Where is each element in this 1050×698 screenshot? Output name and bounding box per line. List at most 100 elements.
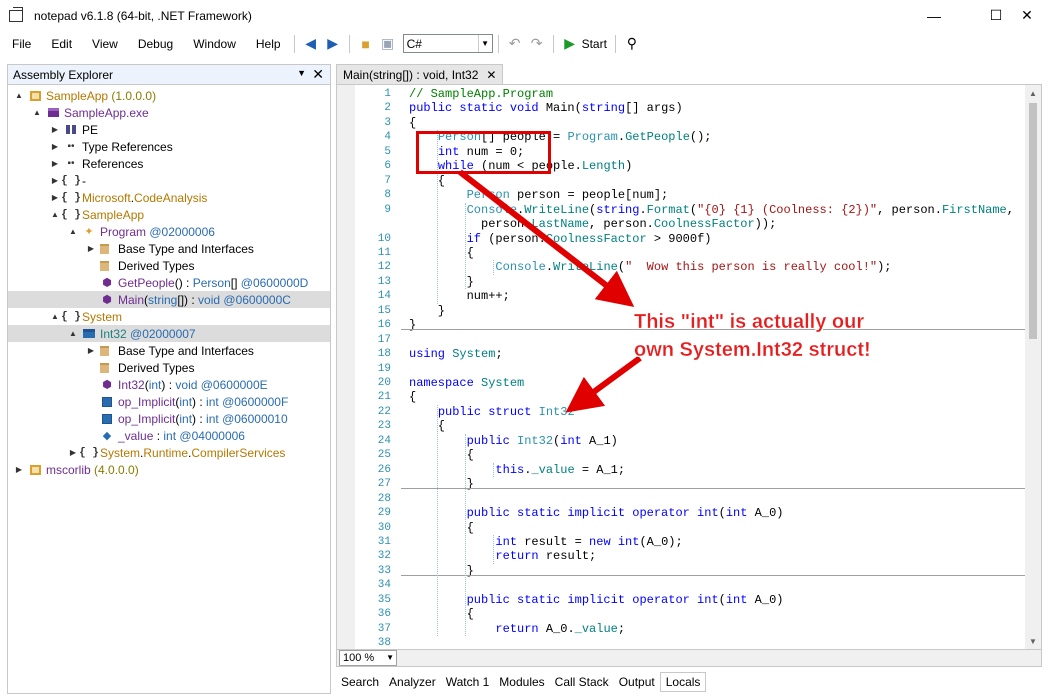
expand-icon[interactable]: ▶ xyxy=(68,448,78,458)
line-number: 9 xyxy=(384,203,391,216)
tab-modules[interactable]: Modules xyxy=(494,672,549,692)
tree-item[interactable]: ▲ Int32 @02000007 xyxy=(8,325,330,342)
tree-item[interactable]: Derived Types xyxy=(8,257,330,274)
tree-item[interactable]: ▶ ▪• References xyxy=(8,155,330,172)
pe-icon xyxy=(64,123,78,137)
tree-item[interactable]: ▲ SampleApp.exe xyxy=(8,104,330,121)
expand-icon[interactable]: ▶ xyxy=(86,346,96,356)
title-bar: notepad v6.1.8 (64-bit, .NET Framework) … xyxy=(0,0,1050,31)
collapse-icon[interactable]: ▲ xyxy=(50,210,60,220)
collapse-icon[interactable]: ▲ xyxy=(68,329,78,339)
start-button[interactable]: Start xyxy=(582,37,607,51)
expand-icon[interactable]: ▶ xyxy=(50,142,60,152)
save-all-icon[interactable]: ▣ xyxy=(377,33,399,55)
pane-dropdown-icon[interactable]: ▼ xyxy=(297,68,306,78)
zoom-select[interactable]: 100 % ▼ xyxy=(339,650,397,666)
expand-icon[interactable]: ▶ xyxy=(14,465,24,475)
annotation-line-1: This "int" is actually our xyxy=(634,311,865,333)
line-number: 37 xyxy=(377,622,391,635)
menu-file[interactable]: File xyxy=(0,37,39,51)
line-number: 20 xyxy=(377,377,391,389)
language-select[interactable]: C# ▼ xyxy=(402,34,493,53)
search-icon[interactable]: ⚲ xyxy=(621,33,643,55)
zoom-bar: 100 % ▼ xyxy=(336,650,1042,667)
expand-icon[interactable]: ▶ xyxy=(50,159,60,169)
expand-icon[interactable]: ▶ xyxy=(86,244,96,254)
tree-item[interactable]: ▶{ } System. Runtime. CompilerServices xyxy=(8,444,330,461)
tree-item-label: PE xyxy=(82,122,99,137)
expand-icon[interactable]: ▶ xyxy=(50,125,60,135)
tree-item[interactable]: ⬢ GetPeople() : Person[] @0600000D xyxy=(8,274,330,291)
tree-item[interactable]: ▶ ▪• Type References xyxy=(8,138,330,155)
menu-view[interactable]: View xyxy=(80,37,126,51)
collapse-icon[interactable]: ▲ xyxy=(14,91,24,101)
menu-help[interactable]: Help xyxy=(244,37,289,51)
open-folder-icon[interactable]: ■ xyxy=(355,33,377,55)
tree-item-label: System xyxy=(100,445,141,460)
tree-item[interactable]: ▲{ } System xyxy=(8,308,330,325)
tab-search[interactable]: Search xyxy=(336,672,384,692)
tree-item[interactable]: ▶ Base Type and Interfaces xyxy=(8,342,330,359)
expand-icon[interactable]: ▶ xyxy=(50,176,60,186)
tree-item[interactable]: ▶ mscorlib (4.0.0.0) xyxy=(8,461,330,478)
redo-icon[interactable]: ↷ xyxy=(526,33,548,55)
close-button[interactable]: ✕ xyxy=(1004,0,1050,31)
tree-item[interactable]: ▶{ } - xyxy=(8,172,330,189)
tree-item[interactable]: Derived Types xyxy=(8,359,330,376)
start-icon[interactable]: ▶ xyxy=(559,33,581,55)
minimize-button[interactable]: — xyxy=(911,0,957,31)
assembly-explorer-pane: Assembly Explorer ▼ ✕ ▲ SampleApp (1.0.0.… xyxy=(7,64,331,694)
tree-item[interactable]: ▲ SampleApp (1.0.0.0) xyxy=(8,87,330,104)
menu-debug[interactable]: Debug xyxy=(126,37,181,51)
close-icon[interactable]: ✕ xyxy=(486,68,496,82)
document-tab-strip: Main(string[]) : void, Int32 ✕ xyxy=(336,64,1050,84)
tab-watch-1[interactable]: Watch 1 xyxy=(441,672,495,692)
tree-item[interactable]: op_Implicit(int) : int @06000010 xyxy=(8,410,330,427)
tab-call-stack[interactable]: Call Stack xyxy=(550,672,614,692)
folder-icon xyxy=(100,344,114,358)
line-number: 19 xyxy=(377,362,391,375)
code-text: { xyxy=(409,115,417,130)
line-number: 17 xyxy=(377,333,391,346)
scrollbar-thumb[interactable] xyxy=(1029,103,1037,339)
namespace-icon: { } xyxy=(61,174,81,187)
tree-item-label: @0600000C xyxy=(220,292,291,307)
vertical-scrollbar[interactable]: ▲ ▼ xyxy=(1025,85,1041,649)
tree-item[interactable]: ◆ _value : int @04000006 xyxy=(8,427,330,444)
tree-item[interactable]: ⬢ Main(string[]) : void @0600000C xyxy=(8,291,330,308)
document-tab[interactable]: Main(string[]) : void, Int32 ✕ xyxy=(336,64,504,84)
collapse-icon[interactable]: ▲ xyxy=(68,227,78,237)
code-text: { xyxy=(409,173,446,188)
forward-icon[interactable]: ▶ xyxy=(322,33,344,55)
menu-window[interactable]: Window xyxy=(181,37,244,51)
undo-icon[interactable]: ↶ xyxy=(504,33,526,55)
module-icon xyxy=(46,106,60,120)
code-text: return A_0._value; xyxy=(495,621,626,636)
indent-guide xyxy=(465,433,466,637)
tree-item[interactable]: ▶ Base Type and Interfaces xyxy=(8,240,330,257)
line-number: 4 xyxy=(384,131,391,144)
tree-item[interactable]: op_Implicit(int) : int @0600000F xyxy=(8,393,330,410)
tree-item[interactable]: ▲{ } SampleApp xyxy=(8,206,330,223)
tree-item[interactable]: ⬢ Int32(int) : void @0600000E xyxy=(8,376,330,393)
scroll-up-icon[interactable]: ▲ xyxy=(1025,85,1041,101)
menu-edit[interactable]: Edit xyxy=(39,37,80,51)
collapse-icon[interactable]: ▲ xyxy=(50,312,60,322)
code-text: namespace System xyxy=(409,376,525,390)
expand-icon[interactable]: ▶ xyxy=(50,193,60,203)
tree-item-label: @0600000E xyxy=(197,377,268,392)
tree-item-label: @0600000F xyxy=(218,394,289,409)
tree-item[interactable]: ▶ PE xyxy=(8,121,330,138)
scroll-down-icon[interactable]: ▼ xyxy=(1025,633,1041,649)
collapse-icon[interactable]: ▲ xyxy=(32,108,42,118)
tab-locals[interactable]: Locals xyxy=(659,672,707,692)
tab-analyzer[interactable]: Analyzer xyxy=(384,672,441,692)
tab-output[interactable]: Output xyxy=(614,672,660,692)
line-number: 6 xyxy=(384,160,391,173)
back-icon[interactable]: ◀ xyxy=(300,33,322,55)
tree-item[interactable]: ▲ ✦ Program @02000006 xyxy=(8,223,330,240)
indent-guide xyxy=(437,404,438,637)
pane-close-icon[interactable]: ✕ xyxy=(312,66,324,83)
tree-item[interactable]: ▶{ } Microsoft. CodeAnalysis xyxy=(8,189,330,206)
